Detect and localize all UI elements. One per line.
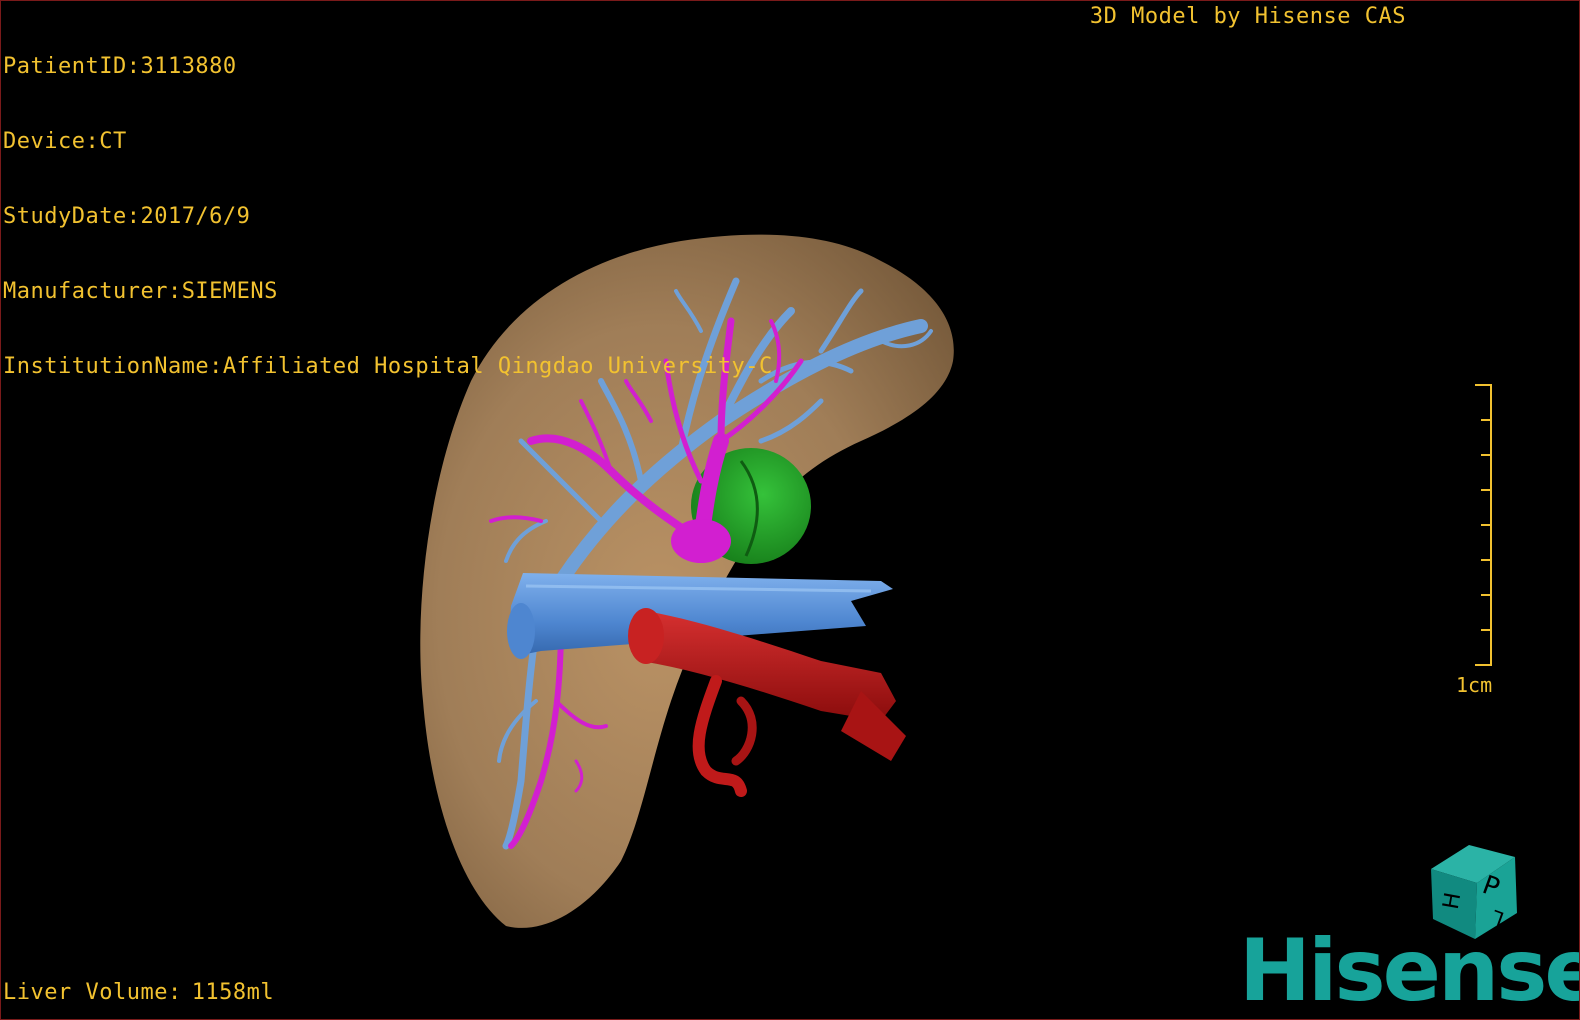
study-date-line: StudyDate:2017/6/9	[3, 204, 773, 229]
scale-bar	[1475, 384, 1492, 666]
liver-volume-value: 1158ml	[191, 980, 275, 1005]
liver-volume-label: Liver Volume:	[3, 980, 182, 1005]
institution-label: InstitutionName:	[3, 354, 223, 379]
patient-id-label: PatientID:	[3, 54, 141, 79]
institution-value: Affiliated Hospital Qingdao University-C	[222, 354, 773, 379]
manufacturer-label: Manufacturer:	[3, 279, 182, 304]
scale-label: 1cm	[1456, 673, 1493, 697]
institution-line: InstitutionName:Affiliated Hospital Qing…	[3, 354, 773, 379]
3d-viewport[interactable]: PatientID:3113880 Device:CT StudyDate:20…	[0, 0, 1580, 1020]
model-credit: 3D Model by Hisense CAS	[1089, 4, 1406, 29]
study-date-value: 2017/6/9	[140, 204, 251, 229]
hisense-logo: Hisense	[1239, 921, 1580, 1020]
device-label: Device:	[3, 129, 100, 154]
patient-id-value: 3113880	[140, 54, 237, 79]
patient-id-line: PatientID:3113880	[3, 54, 773, 79]
device-line: Device:CT	[3, 129, 773, 154]
manufacturer-line: Manufacturer:SIEMENS	[3, 279, 773, 304]
liver-volume: Liver Volume: 1158ml	[3, 980, 274, 1005]
study-date-label: StudyDate:	[3, 204, 141, 229]
device-value: CT	[99, 129, 127, 154]
manufacturer-value: SIEMENS	[181, 279, 278, 304]
study-info-panel: PatientID:3113880 Device:CT StudyDate:20…	[3, 4, 773, 429]
